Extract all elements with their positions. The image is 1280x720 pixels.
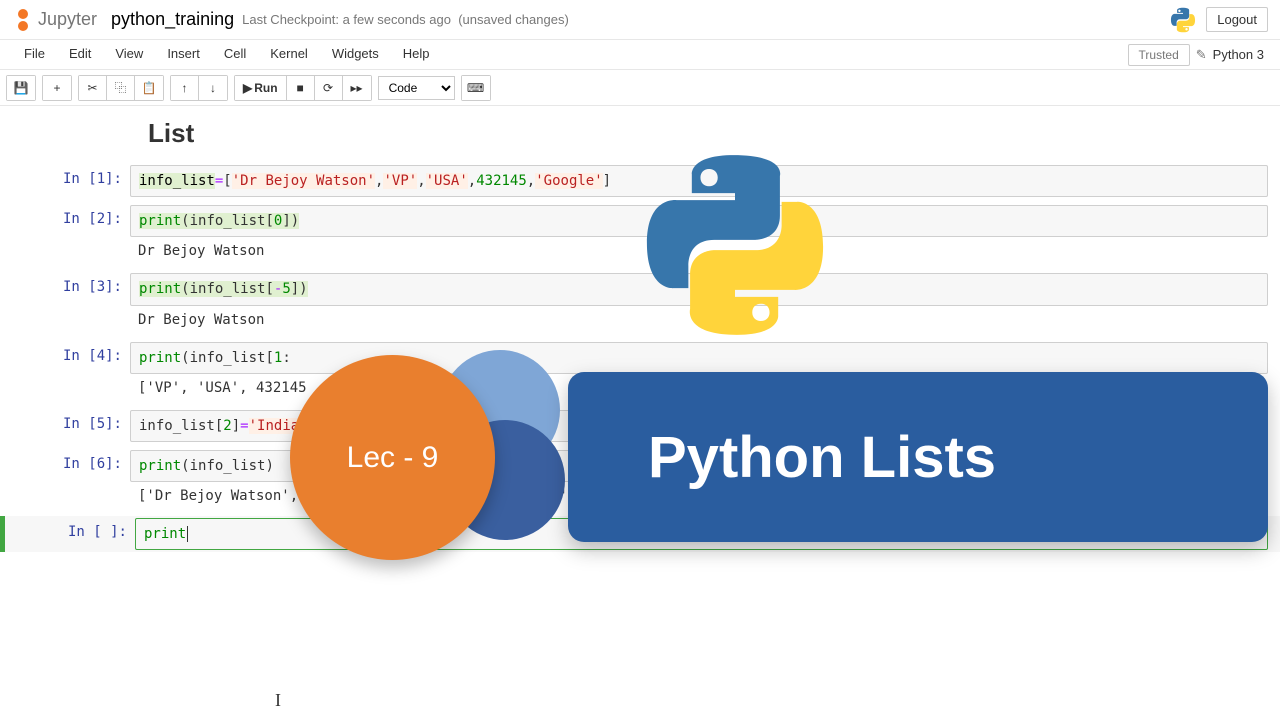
menu-file[interactable]: File [12, 40, 57, 69]
cell-prompt: In [2]: [0, 205, 130, 265]
mouse-text-cursor-icon: I [275, 690, 281, 711]
menu-widgets[interactable]: Widgets [320, 40, 391, 69]
logo-text: Jupyter [38, 9, 97, 30]
menu-edit[interactable]: Edit [57, 40, 103, 69]
command-palette-button[interactable]: ⌨ [462, 76, 490, 100]
cell-output: Dr Bejoy Watson [130, 237, 1268, 265]
cut-button[interactable]: ✂ [79, 76, 107, 100]
menu-view[interactable]: View [103, 40, 155, 69]
pencil-icon[interactable]: ✎ [1190, 47, 1213, 63]
cell-prompt: In [4]: [0, 342, 130, 402]
cell-type-select[interactable]: Code [378, 76, 455, 100]
code-cell-4[interactable]: In [4]: print(info_list[1: ['VP', 'USA',… [0, 340, 1280, 404]
kernel-indicator: Python 3 [1213, 47, 1268, 62]
move-up-button[interactable]: ↑ [171, 76, 199, 100]
cell-prompt: In [6]: [0, 450, 130, 510]
move-down-button[interactable]: ↓ [199, 76, 227, 100]
jupyter-icon [12, 9, 34, 31]
heading-list: List [148, 118, 1268, 149]
notebook-name[interactable]: python_training [111, 9, 234, 30]
cell-input[interactable]: print(info_list[1: [130, 342, 1268, 374]
trusted-indicator[interactable]: Trusted [1128, 44, 1190, 66]
header-right: Logout [1170, 7, 1268, 33]
code-cell-7[interactable]: In [ ]: print [0, 516, 1280, 552]
cell-prompt: In [1]: [0, 165, 130, 197]
cell-output: ['VP', 'USA', 432145 [130, 374, 1268, 402]
cell-input[interactable]: info_list=['Dr Bejoy Watson','VP','USA',… [130, 165, 1268, 197]
notebook-header: Jupyter python_training Last Checkpoint:… [0, 0, 1280, 40]
paste-button[interactable]: 📋 [135, 76, 163, 100]
menubar: File Edit View Insert Cell Kernel Widget… [0, 40, 1280, 70]
checkpoint-text: Last Checkpoint: a few seconds ago (unsa… [242, 12, 569, 27]
cell-prompt: In [5]: [0, 410, 130, 442]
text-caret-icon [187, 526, 188, 542]
menu-cell[interactable]: Cell [212, 40, 258, 69]
notebook-area: List In [1]: info_list=['Dr Bejoy Watson… [0, 106, 1280, 552]
markdown-cell-heading[interactable]: List [0, 114, 1280, 159]
interrupt-button[interactable]: ■ [287, 76, 315, 100]
code-cell-1[interactable]: In [1]: info_list=['Dr Bejoy Watson','VP… [0, 163, 1280, 199]
logout-button[interactable]: Logout [1206, 7, 1268, 32]
menu-kernel[interactable]: Kernel [258, 40, 320, 69]
cell-output: ['Dr Bejoy Watson', 'VP', 'India', 43214… [130, 482, 1268, 510]
cell-prompt: In [ ]: [5, 518, 135, 550]
code-cell-3[interactable]: In [3]: print(info_list[-5]) Dr Bejoy Wa… [0, 271, 1280, 335]
run-button[interactable]: ▶ Run [235, 76, 287, 100]
copy-button[interactable]: ⿻ [107, 76, 135, 100]
menu-help[interactable]: Help [391, 40, 442, 69]
cell-input[interactable]: print [135, 518, 1268, 550]
code-cell-5[interactable]: In [5]: info_list[2]='India' [0, 408, 1280, 444]
jupyter-logo[interactable]: Jupyter [12, 9, 97, 31]
add-cell-button[interactable]: + [43, 76, 71, 100]
code-cell-2[interactable]: In [2]: print(info_list[0]) Dr Bejoy Wat… [0, 203, 1280, 267]
cell-input[interactable]: print(info_list[0]) [130, 205, 1268, 237]
save-button[interactable]: 💾 [7, 76, 35, 100]
cell-input[interactable]: info_list[2]='India' [130, 410, 1268, 442]
python-icon [1170, 7, 1196, 33]
code-cell-6[interactable]: In [6]: print(info_list) ['Dr Bejoy Wats… [0, 448, 1280, 512]
toolbar: 💾 + ✂ ⿻ 📋 ↑ ↓ ▶ Run ■ ⟳ ▸▸ Code ⌨ [0, 70, 1280, 106]
menu-insert[interactable]: Insert [155, 40, 212, 69]
cell-input[interactable]: print(info_list) [130, 450, 1268, 482]
cell-input[interactable]: print(info_list[-5]) [130, 273, 1268, 305]
cell-prompt: In [3]: [0, 273, 130, 333]
cell-output: Dr Bejoy Watson [130, 306, 1268, 334]
restart-run-all-button[interactable]: ▸▸ [343, 76, 371, 100]
restart-button[interactable]: ⟳ [315, 76, 343, 100]
